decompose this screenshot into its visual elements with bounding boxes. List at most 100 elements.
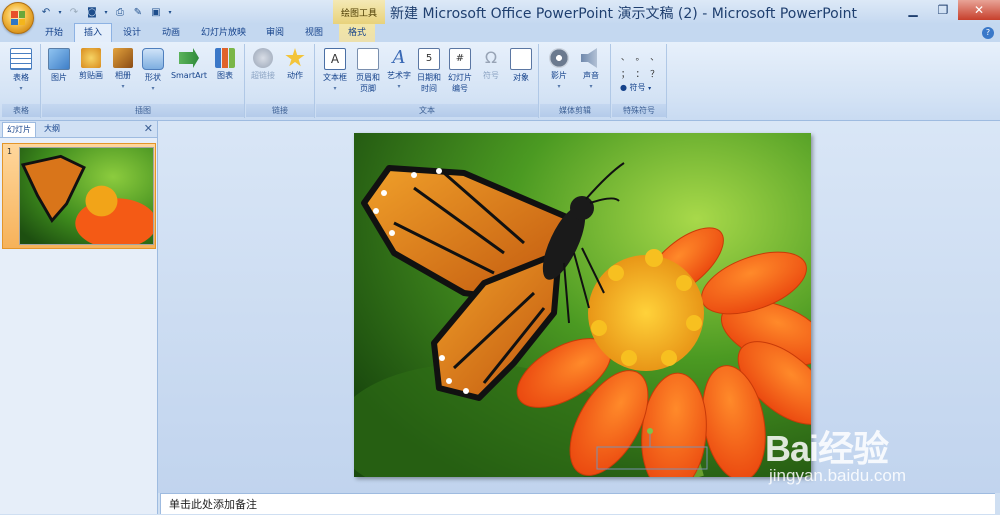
group-text: A 文本框 ▾ 页眉和 页脚 A 艺术字 ▾ 5 日期和 时间 # 幻灯片 编号… <box>316 44 539 118</box>
maximize-button[interactable]: ❐ <box>928 0 958 20</box>
group-media: 影片 ▾ 声音 ▾ 媒体剪辑 <box>540 44 611 118</box>
clipart-button[interactable]: 剪贴画 <box>74 48 108 81</box>
action-button[interactable]: 动作 <box>280 48 310 81</box>
object-button[interactable]: 对象 <box>506 48 536 83</box>
undo-dropdown-icon[interactable]: ▾ <box>56 4 64 20</box>
chart-label: 图表 <box>217 71 233 80</box>
watermark-brand: Bai经验 <box>765 428 889 469</box>
header-footer-label-2: 页脚 <box>360 84 376 93</box>
drawing-tools-context-tag: 绘图工具 <box>333 0 385 24</box>
panel-tabs: 幻灯片 大纲 ✕ <box>0 121 157 138</box>
table-button[interactable]: 表格 ▾ <box>6 48 36 94</box>
slide-number: 1 <box>7 147 13 156</box>
photo-album-button[interactable]: 相册 ▾ <box>108 48 138 92</box>
tab-insert[interactable]: 插入 <box>74 23 113 43</box>
tab-slideshow[interactable]: 幻灯片放映 <box>192 24 255 42</box>
customize-qat-icon[interactable]: ▾ <box>166 4 174 20</box>
chart-button[interactable]: 图表 <box>210 48 240 81</box>
table-icon <box>10 48 32 70</box>
hyperlink-label: 超链接 <box>251 71 275 80</box>
help-icon[interactable]: ? <box>982 27 994 39</box>
shapes-label: 形状 <box>145 73 161 82</box>
movie-label: 影片 <box>551 71 567 80</box>
movie-button[interactable]: 影片 ▾ <box>544 48 574 92</box>
shapes-icon <box>142 48 164 70</box>
bullet-icon: ● <box>620 83 627 92</box>
symbol-glyph[interactable]: ； <box>618 67 633 80</box>
slide-thumbnail-row[interactable]: 1 <box>2 143 156 249</box>
print-preview-icon[interactable]: ⎙ <box>112 4 128 20</box>
datetime-label-1: 日期和 <box>417 73 441 82</box>
shapes-button[interactable]: 形状 ▾ <box>138 48 168 94</box>
shapes-qat-icon[interactable]: ◙ <box>84 4 100 20</box>
qat-dropdown-icon[interactable]: ▾ <box>102 4 110 20</box>
tab-view[interactable]: 视图 <box>296 24 332 42</box>
thumbnail-image <box>20 148 153 244</box>
close-button[interactable]: ✕ <box>958 0 1000 20</box>
textbox-button[interactable]: A 文本框 ▾ <box>318 48 352 94</box>
slide-canvas[interactable] <box>354 133 811 477</box>
slide-number-label-1: 幻灯片 <box>448 73 472 82</box>
omega-icon: Ω <box>484 48 498 67</box>
speaker-icon <box>581 48 597 68</box>
picture-button[interactable]: 图片 <box>44 48 74 83</box>
chevron-down-icon: ▾ <box>589 83 593 90</box>
office-button[interactable] <box>2 2 34 34</box>
slide-number-button[interactable]: # 幻灯片 编号 <box>444 48 476 94</box>
datetime-label-2: 时间 <box>421 84 437 93</box>
symbol-glyph[interactable]: 。 <box>633 50 648 63</box>
textbox-label: 文本框 <box>323 73 347 82</box>
chart-icon <box>215 48 235 68</box>
photo-album-label: 相册 <box>115 71 131 80</box>
symbol-label: 符号 <box>483 71 499 80</box>
slide-number-icon: # <box>449 48 471 70</box>
chevron-down-icon: ▾ <box>333 85 337 92</box>
office-logo-icon <box>11 11 25 25</box>
window-title: 新建 Microsoft Office PowerPoint 演示文稿 (2) … <box>390 6 857 22</box>
tab-outline[interactable]: 大纲 <box>40 122 64 136</box>
symbol-glyph[interactable]: 、 <box>618 50 633 63</box>
header-footer-icon <box>357 48 379 70</box>
smartart-icon <box>179 48 199 68</box>
group-label-media: 媒体剪辑 <box>540 104 610 117</box>
tab-home[interactable]: 开始 <box>36 24 72 42</box>
slide-thumbnail[interactable] <box>19 147 154 245</box>
save-icon[interactable]: ▣ <box>148 4 164 20</box>
wordart-icon: A <box>392 47 406 68</box>
watermark: Bai经验 jingyan.baidu.com <box>765 408 995 488</box>
clipart-icon <box>81 48 101 68</box>
notes-pane[interactable]: 单击此处添加备注 <box>160 493 995 514</box>
tab-animation[interactable]: 动画 <box>153 24 189 42</box>
undo-icon[interactable]: ↶ <box>38 4 54 20</box>
group-label-illustrations: 插图 <box>42 104 244 117</box>
symbol-glyph[interactable]: ？ <box>647 67 662 80</box>
symbol-gallery[interactable]: 、 。 、 ； ： ？ <box>618 50 662 80</box>
hyperlink-button[interactable]: 超链接 <box>248 48 278 81</box>
redo-icon[interactable]: ↷ <box>66 4 82 20</box>
symbol-glyph[interactable]: 、 <box>647 50 662 63</box>
wordart-label: 艺术字 <box>387 71 411 80</box>
tab-format[interactable]: 格式 <box>339 24 376 42</box>
clipart-label: 剪贴画 <box>79 71 103 80</box>
special-symbol-button[interactable]: ● 符号 ▾ <box>620 82 651 93</box>
calendar-icon: 5 <box>418 48 440 70</box>
action-label: 动作 <box>287 71 303 80</box>
format-painter-icon[interactable]: ✎ <box>130 4 146 20</box>
group-label-text: 文本 <box>316 104 538 117</box>
smartart-button[interactable]: SmartArt <box>168 48 210 81</box>
symbol-button[interactable]: Ω 符号 <box>476 48 506 81</box>
minimize-button[interactable]: ▁ <box>898 0 928 20</box>
close-icon[interactable]: ✕ <box>144 122 153 135</box>
tab-design[interactable]: 设计 <box>114 24 150 42</box>
tab-slides[interactable]: 幻灯片 <box>2 122 36 137</box>
textbox-icon: A <box>324 48 346 70</box>
wordart-button[interactable]: A 艺术字 ▾ <box>384 48 414 92</box>
tab-review[interactable]: 审阅 <box>257 24 293 42</box>
picture-icon <box>48 48 70 70</box>
object-icon <box>510 48 532 70</box>
sound-button[interactable]: 声音 ▾ <box>576 48 606 92</box>
chevron-down-icon: ▾ <box>121 83 125 90</box>
datetime-button[interactable]: 5 日期和 时间 <box>414 48 444 94</box>
header-footer-button[interactable]: 页眉和 页脚 <box>352 48 384 94</box>
symbol-glyph[interactable]: ： <box>633 67 648 80</box>
